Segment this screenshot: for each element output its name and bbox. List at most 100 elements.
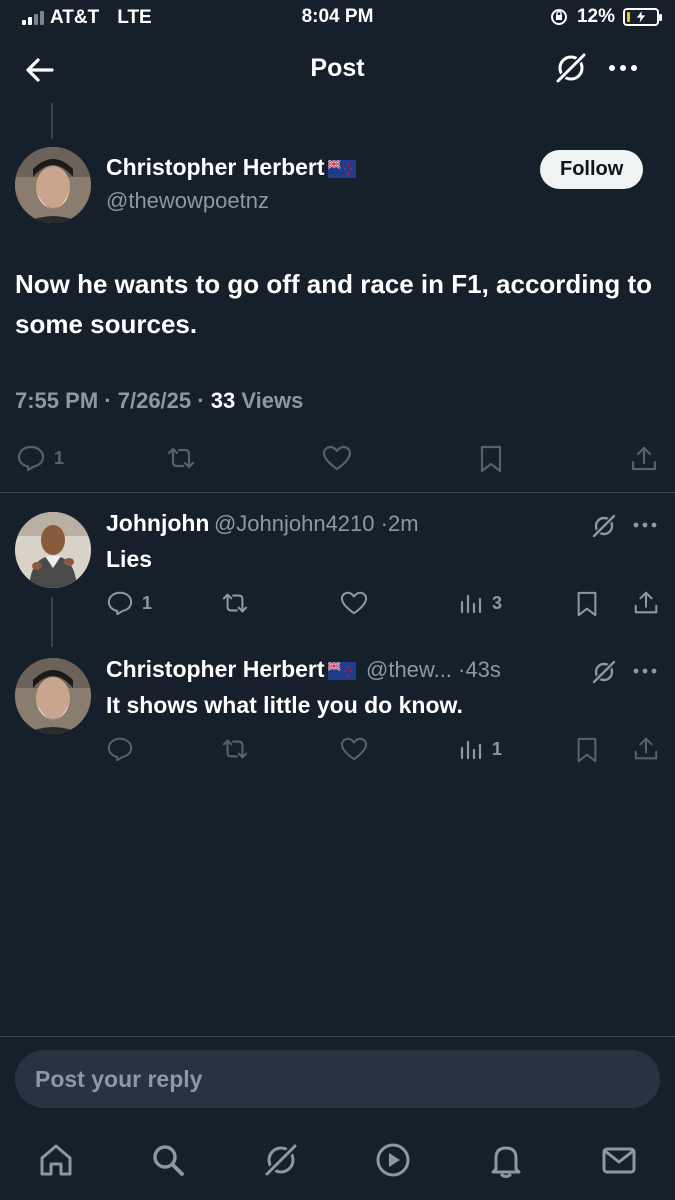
nav-messages[interactable]: [594, 1135, 644, 1185]
heart-icon: [340, 737, 368, 761]
post-meta: 7:55 PM · 7/26/25 · 33 Views: [15, 388, 304, 413]
grok-icon: [554, 51, 588, 85]
views-action[interactable]: 1: [458, 736, 502, 762]
reply-age: 43s: [465, 657, 501, 682]
more-icon: [633, 522, 657, 528]
reply-author-name[interactable]: Christopher Herbert: [106, 656, 325, 682]
nav-search[interactable]: [143, 1135, 193, 1185]
reply-author-handle[interactable]: @thew...: [366, 657, 452, 682]
messages-icon: [602, 1147, 636, 1174]
status-bar: AT&T LTE 8:04 PM 12%: [0, 0, 675, 36]
share-action[interactable]: [632, 589, 660, 617]
reply-action[interactable]: 1: [106, 590, 152, 616]
repost-icon: [167, 447, 195, 469]
share-icon: [631, 446, 657, 471]
avatar[interactable]: [15, 512, 91, 588]
reply-author-handle[interactable]: @Johnjohn4210: [214, 511, 375, 536]
bookmark-icon: [480, 445, 502, 473]
reply-author-photo: [15, 512, 91, 588]
analytics-icon: [460, 594, 482, 614]
grok-button[interactable]: [590, 658, 618, 686]
reply-header: Christopher Herbert @thew... ·43s: [106, 656, 501, 682]
repost-action[interactable]: [165, 444, 197, 472]
search-icon: [153, 1145, 184, 1176]
divider: [0, 492, 675, 493]
grok-button[interactable]: [590, 512, 618, 540]
avatar[interactable]: [15, 658, 91, 734]
repost-action[interactable]: [220, 736, 250, 762]
more-button[interactable]: [632, 664, 658, 678]
author-line: Christopher Herbert: [106, 154, 356, 181]
battery-percent: 12%: [576, 6, 615, 27]
post-text: Now he wants to go off and race in F1, a…: [15, 269, 653, 339]
reply-text: It shows what little you do know.: [106, 692, 463, 718]
like-action[interactable]: [321, 444, 353, 472]
thread-line: [51, 103, 53, 139]
reply-action[interactable]: 1: [16, 444, 64, 472]
grok-icon: [591, 513, 617, 539]
nav-notifications[interactable]: [481, 1135, 531, 1185]
reply-text: Lies: [106, 546, 153, 572]
heart-icon: [322, 445, 352, 471]
author-name[interactable]: Christopher Herbert: [106, 154, 325, 180]
author-photo: [15, 147, 91, 223]
repost-icon: [222, 593, 248, 613]
new-zealand-flag-icon: [327, 661, 356, 680]
grok-icon: [263, 1142, 299, 1178]
views-count: 33: [210, 388, 236, 413]
like-action[interactable]: [339, 736, 369, 762]
reply-icon: [107, 591, 133, 616]
nav-home[interactable]: [31, 1135, 81, 1185]
new-zealand-flag-icon: [327, 159, 356, 178]
nav-grok[interactable]: [256, 1135, 306, 1185]
video-icon: [376, 1143, 410, 1177]
heart-icon: [340, 591, 368, 615]
orientation-lock-icon: [550, 9, 567, 25]
post-date: 7/26/25: [117, 388, 192, 413]
bookmark-action[interactable]: [574, 590, 600, 618]
reply-icon: [107, 737, 133, 762]
share-action[interactable]: [632, 735, 660, 763]
thread-line: [51, 597, 53, 647]
notifications-icon: [491, 1146, 521, 1178]
bookmark-action[interactable]: [477, 444, 505, 474]
reply-count: 1: [54, 447, 65, 468]
bookmark-icon: [577, 591, 597, 617]
share-icon: [634, 737, 658, 760]
share-action[interactable]: [629, 444, 659, 474]
divider: [0, 1036, 675, 1037]
more-icon: [633, 668, 657, 674]
grok-icon: [591, 659, 617, 685]
follow-button[interactable]: Follow: [540, 150, 644, 189]
reply-icon: [17, 445, 45, 472]
repost-icon: [222, 739, 248, 759]
reply-age: 2m: [387, 511, 419, 536]
more-button[interactable]: [632, 518, 658, 532]
reply-input[interactable]: Post your reply: [15, 1050, 660, 1108]
reply-action[interactable]: [106, 736, 134, 762]
reply-header: Johnjohn @Johnjohn4210 ·2m: [106, 510, 419, 536]
avatar[interactable]: [15, 147, 91, 223]
more-button[interactable]: [605, 56, 641, 80]
reply-author-name[interactable]: Johnjohn: [106, 510, 209, 536]
post-time: 7:55 PM: [15, 388, 99, 413]
bookmark-icon: [577, 737, 597, 763]
bookmark-action[interactable]: [574, 736, 600, 764]
home-icon: [40, 1144, 72, 1176]
views-label: Views: [241, 388, 304, 413]
battery-fill: [627, 12, 630, 22]
reply-count: 1: [142, 592, 153, 613]
share-icon: [634, 591, 658, 614]
author-handle[interactable]: @thewowpoetnz: [106, 188, 269, 214]
views-count: 1: [492, 738, 503, 759]
views-count: 3: [492, 592, 503, 613]
reply-author-photo: [15, 658, 91, 734]
battery-icon: [623, 8, 662, 26]
like-action[interactable]: [339, 590, 369, 616]
views-action[interactable]: 3: [458, 590, 502, 616]
repost-action[interactable]: [220, 590, 250, 616]
grok-button[interactable]: [553, 50, 589, 86]
analytics-icon: [460, 740, 482, 760]
charging-bolt-icon: [635, 10, 647, 24]
nav-video[interactable]: [368, 1135, 418, 1185]
